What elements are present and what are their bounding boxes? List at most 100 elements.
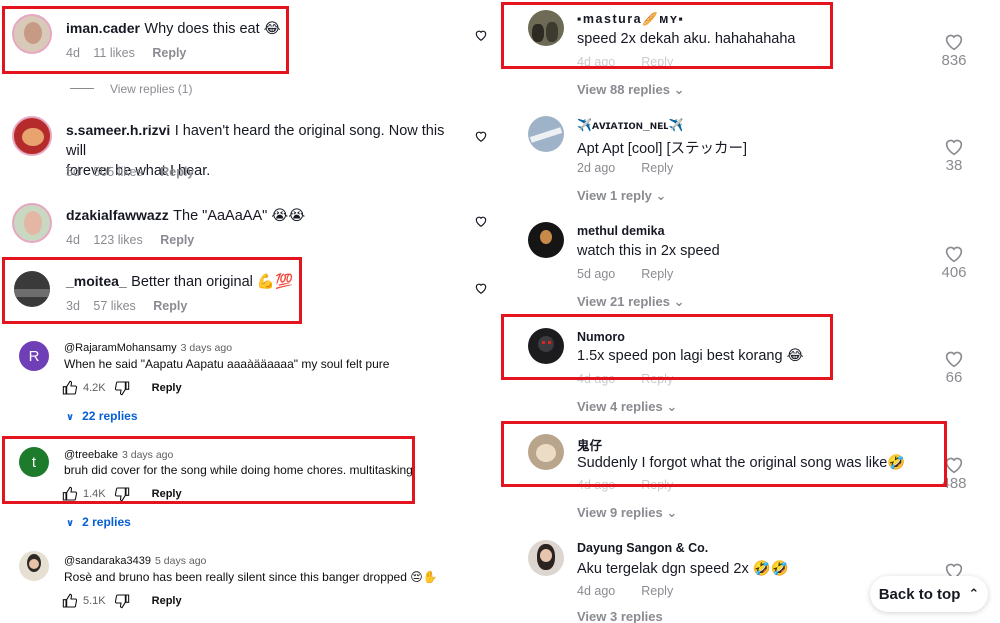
reply-button[interactable]: Reply (641, 55, 673, 69)
reply-button[interactable]: Reply (641, 372, 673, 386)
reply-button[interactable]: Reply (152, 46, 186, 60)
avatar[interactable] (14, 271, 50, 307)
view-replies-button[interactable]: View 4 replies ⌄ (577, 399, 677, 415)
comment-date: 3 days ago (180, 342, 233, 354)
comment-text: speed 2x dekah aku. hahahahaha (577, 31, 796, 47)
chevron-down-icon: ⌄ (673, 82, 685, 97)
thumbs-up-icon[interactable] (62, 380, 78, 396)
avatar[interactable] (528, 10, 564, 46)
heart-icon[interactable] (474, 214, 488, 228)
view-replies-button[interactable]: View replies (1) (110, 82, 192, 96)
avatar[interactable]: t (19, 447, 49, 477)
thumbs-up-icon[interactable] (62, 593, 78, 609)
reply-button[interactable]: Reply (641, 478, 673, 492)
avatar-letter: t (31, 453, 37, 471)
double-chevron-up-icon: ⌃ (968, 586, 980, 601)
comment-username[interactable]: Dayung Sangon & Co. (577, 541, 708, 555)
avatar[interactable] (12, 116, 52, 156)
reply-button[interactable]: Reply (160, 233, 194, 247)
chevron-down-icon: ∨ (66, 412, 75, 423)
comment-likes: 11 likes (93, 46, 135, 60)
comment-date: 5 days ago (155, 555, 207, 567)
back-to-top-button[interactable]: Back to top ⌃ (870, 576, 988, 612)
like-count: 836 (941, 52, 967, 69)
view-replies-button[interactable]: View 88 replies ⌄ (577, 82, 685, 98)
comment-text: Aku tergelak dgn speed 2x 🤣🤣 (577, 561, 789, 577)
chevron-down-icon: ⌄ (666, 505, 678, 520)
comment-username[interactable]: _moitea_ (66, 273, 127, 289)
comment-date: 4d ago (577, 55, 616, 69)
comment-text: watch this in 2x speed (577, 243, 720, 259)
comment-username[interactable]: ▪mastura🥖ᴍʏ▪ (577, 12, 684, 27)
heart-icon[interactable] (474, 129, 488, 143)
view-replies-button[interactable]: View 21 replies ⌄ (577, 294, 685, 310)
comment-likes: 123 likes (93, 233, 143, 247)
comment-username[interactable]: iman.cader (66, 20, 140, 36)
thumbs-down-icon[interactable] (114, 593, 130, 609)
thumbs-down-icon[interactable] (114, 380, 130, 396)
comment-username[interactable]: @treebake (64, 449, 118, 461)
view-replies-label: View 4 replies (577, 399, 663, 414)
heart-icon[interactable] (944, 456, 964, 474)
comment-username[interactable]: @RajaramMohansamy (64, 342, 177, 354)
comment-date: 4d (66, 46, 80, 60)
heart-icon[interactable] (944, 33, 964, 51)
avatar[interactable] (528, 434, 564, 470)
reply-button[interactable]: Reply (153, 299, 187, 313)
comment-username[interactable]: Numoro (577, 330, 625, 344)
avatar[interactable] (528, 222, 564, 258)
chevron-down-icon: ⌄ (673, 294, 685, 309)
like-count: 5.1K (83, 595, 106, 607)
chevron-down-icon: ⌄ (655, 188, 667, 203)
avatar[interactable] (12, 203, 52, 243)
reply-button[interactable]: Reply (160, 165, 194, 179)
comment-meta: 4d ago Reply (577, 55, 673, 69)
avatar[interactable] (12, 14, 52, 54)
comment-actions: 5.1K Reply (62, 593, 182, 609)
back-to-top-label: Back to top (878, 585, 961, 603)
heart-icon[interactable] (944, 245, 964, 263)
comment-date: 4d ago (577, 478, 616, 492)
reply-button[interactable]: Reply (152, 595, 182, 607)
comment-username[interactable]: @sandaraka3439 (64, 555, 151, 567)
comment-date: 4d ago (577, 584, 616, 598)
avatar[interactable] (528, 540, 564, 576)
comment-username[interactable]: s.sameer.h.rizvi (66, 122, 170, 138)
comment-actions: 1.4K Reply (62, 486, 182, 502)
avatar[interactable] (528, 328, 564, 364)
comment-username[interactable]: 鬼仔 (577, 435, 602, 454)
comment-username[interactable]: methul demika (577, 224, 665, 238)
comment-date: 4d (66, 233, 80, 247)
reply-button[interactable]: Reply (152, 488, 182, 500)
replies-toggle[interactable]: ∨ 2 replies (66, 515, 131, 529)
avatar-letter: R (28, 347, 40, 365)
view-replies-button[interactable]: View 3 replies (577, 609, 663, 623)
avatar[interactable]: R (19, 341, 49, 371)
comment-username[interactable]: ✈️ᴀᴠɪᴀᴛɪᴏɴ_ɴᴇʟ✈️ (577, 118, 683, 132)
avatar[interactable] (528, 116, 564, 152)
avatar[interactable] (19, 551, 49, 581)
comment-meta: 2d ago Reply (577, 161, 673, 175)
view-replies-button[interactable]: View 1 reply ⌄ (577, 188, 666, 204)
replies-count: 22 replies (82, 409, 138, 423)
yt-comment-header: @treebake 3 days ago (64, 445, 173, 463)
comment-text: The "AaAaAA" 😭😭 (173, 208, 306, 224)
chevron-down-icon: ⌄ (666, 399, 678, 414)
heart-icon[interactable] (944, 350, 964, 368)
thumbs-up-icon[interactable] (62, 486, 78, 502)
reply-button[interactable]: Reply (641, 584, 673, 598)
reply-button[interactable]: Reply (641, 161, 673, 175)
reply-button[interactable]: Reply (152, 382, 182, 394)
reply-button[interactable]: Reply (641, 267, 673, 281)
comment-line: dzakialfawwazz The "AaAaAA" 😭😭 (66, 207, 305, 225)
replies-count: 2 replies (82, 515, 131, 529)
heart-icon[interactable] (944, 138, 964, 156)
comment-line: _moitea_ Better than original 💪💯 (66, 273, 293, 291)
comment-text: 1.5x speed pon lagi best korang 😂 (577, 348, 804, 364)
heart-icon[interactable] (474, 281, 488, 295)
view-replies-button[interactable]: View 9 replies ⌄ (577, 505, 677, 521)
replies-toggle[interactable]: ∨ 22 replies (66, 409, 138, 423)
heart-icon[interactable] (474, 28, 488, 42)
thumbs-down-icon[interactable] (114, 486, 130, 502)
comment-username[interactable]: dzakialfawwazz (66, 207, 169, 223)
